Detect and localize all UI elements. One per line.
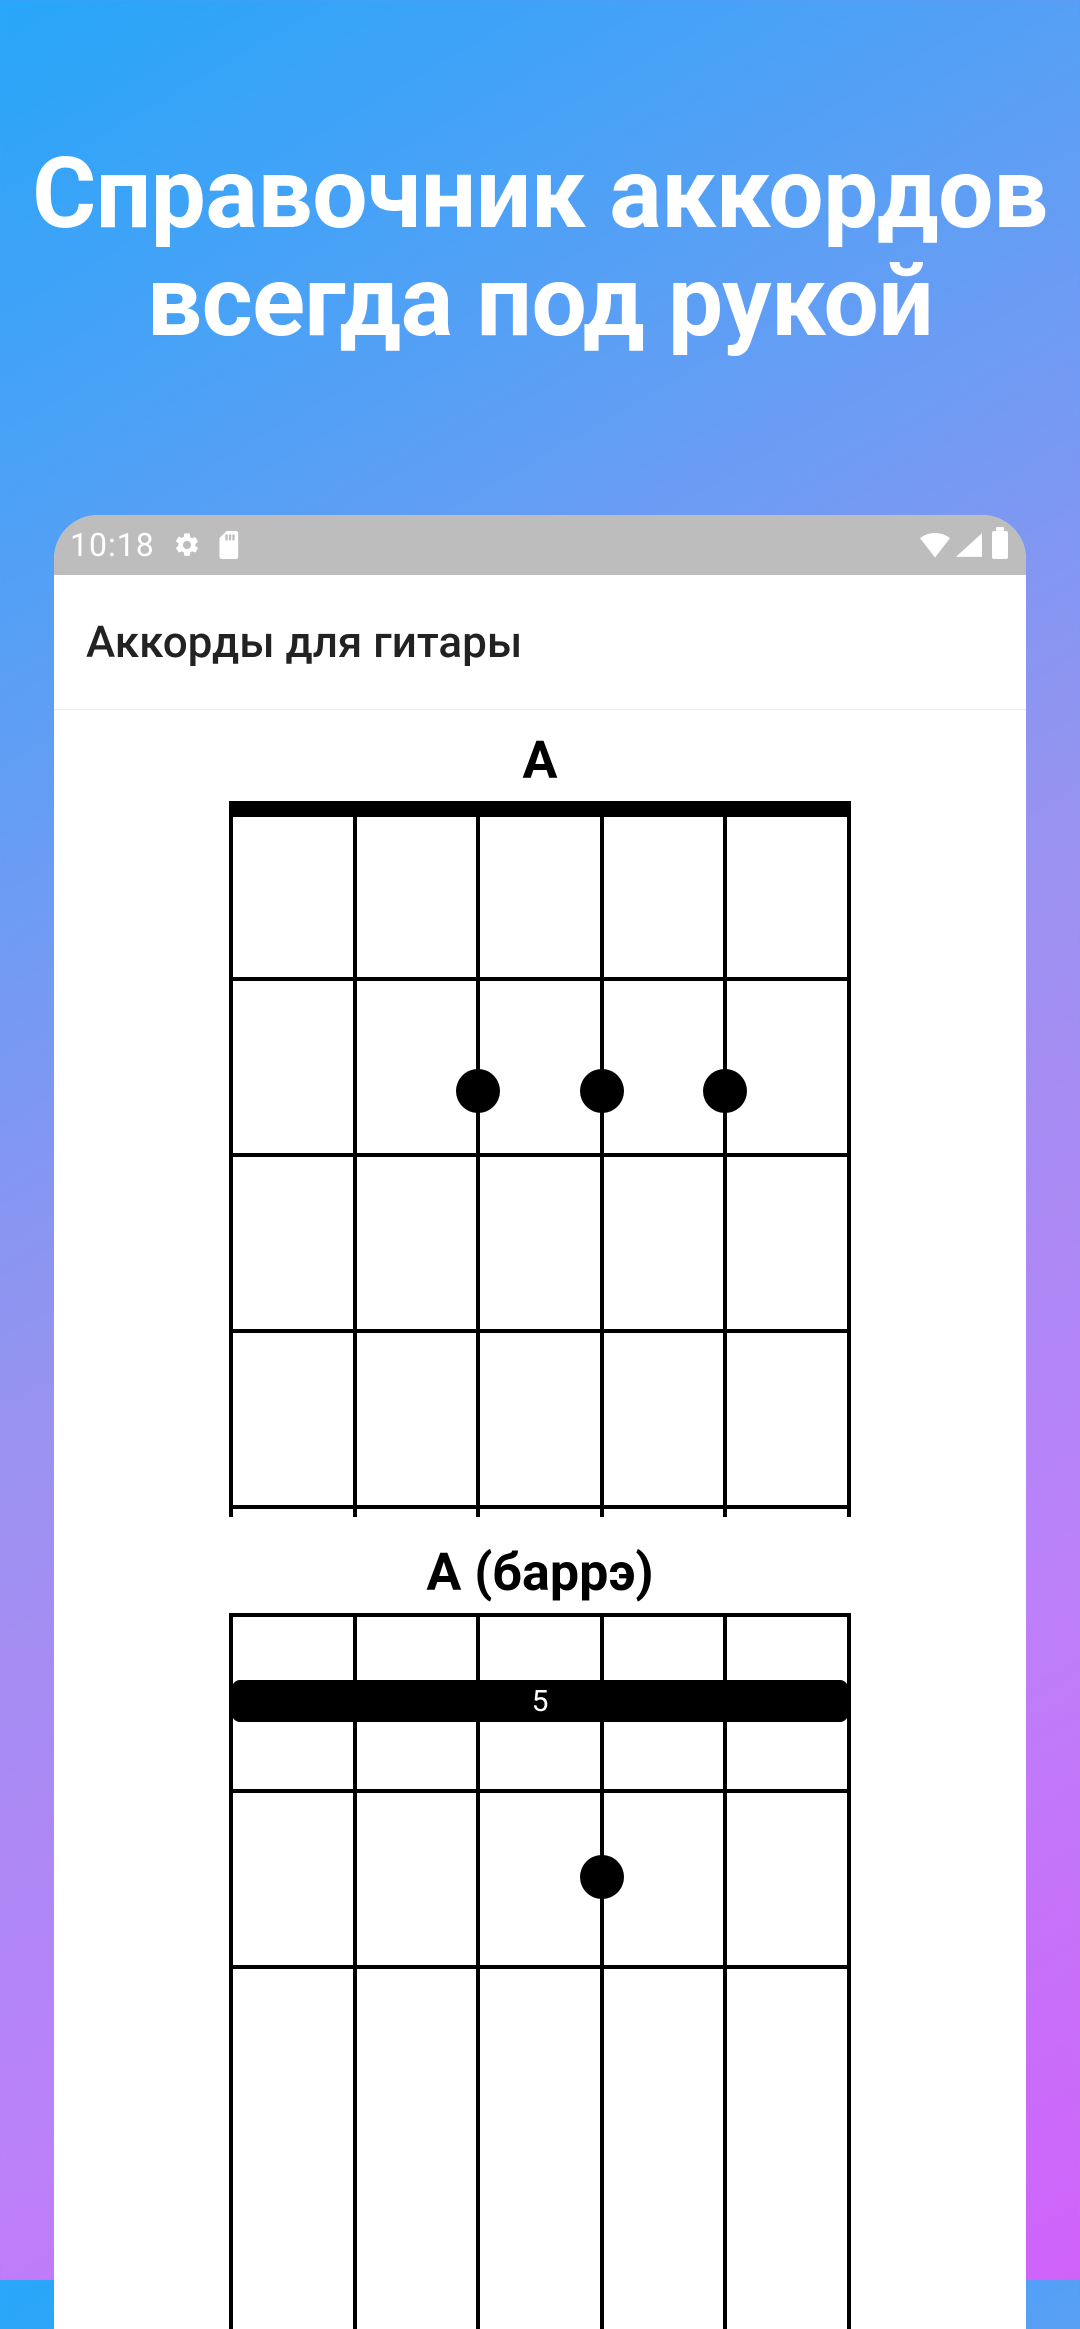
chord-name-label: A (баррэ): [426, 1542, 653, 1603]
status-bar: 10:18: [54, 515, 1026, 575]
fretboard-nut: [229, 801, 851, 817]
app-bar: Аккорды для гитары: [54, 575, 1026, 710]
fret-line: [229, 1505, 851, 1509]
barre-fret-label: 5: [532, 1684, 549, 1719]
chord-list[interactable]: A A (баррэ): [54, 710, 1026, 2329]
string-line: [229, 1613, 233, 2329]
string-line: [847, 801, 851, 1517]
fret-line: [229, 1789, 851, 1793]
sd-card-icon: [219, 531, 241, 559]
fret-line: [229, 1965, 851, 1969]
string-line: [353, 801, 357, 1517]
chord-diagram: 5: [229, 1613, 851, 2329]
battery-icon: [992, 531, 1008, 559]
chord-name-label: A: [523, 730, 558, 791]
chord-item: A: [54, 720, 1026, 1517]
fret-line: [229, 1329, 851, 1333]
chord-item: A (баррэ) 5: [54, 1517, 1026, 2329]
finger-dot: [703, 1069, 747, 1113]
wifi-icon: [920, 532, 950, 558]
gear-icon: [173, 531, 201, 559]
finger-dot: [580, 1069, 624, 1113]
string-line: [229, 801, 233, 1517]
fret-line: [229, 977, 851, 981]
string-line: [600, 801, 604, 1517]
string-line: [723, 801, 727, 1517]
app-title: Аккорды для гитары: [86, 616, 522, 668]
chord-diagram: [229, 801, 851, 1517]
finger-dot: [580, 1855, 624, 1899]
device-screenshot-frame: 10:18 Аккорды для гитары A: [54, 515, 1026, 2329]
fret-line: [229, 1613, 851, 1617]
barre-indicator: 5: [232, 1680, 848, 1722]
status-time: 10:18: [70, 526, 155, 564]
promo-headline: Справочник аккордов всегда под рукой: [0, 0, 1080, 356]
finger-dot: [456, 1069, 500, 1113]
fret-line: [229, 1153, 851, 1157]
string-line: [847, 1613, 851, 2329]
cellular-signal-icon: [956, 533, 982, 557]
string-line: [476, 801, 480, 1517]
